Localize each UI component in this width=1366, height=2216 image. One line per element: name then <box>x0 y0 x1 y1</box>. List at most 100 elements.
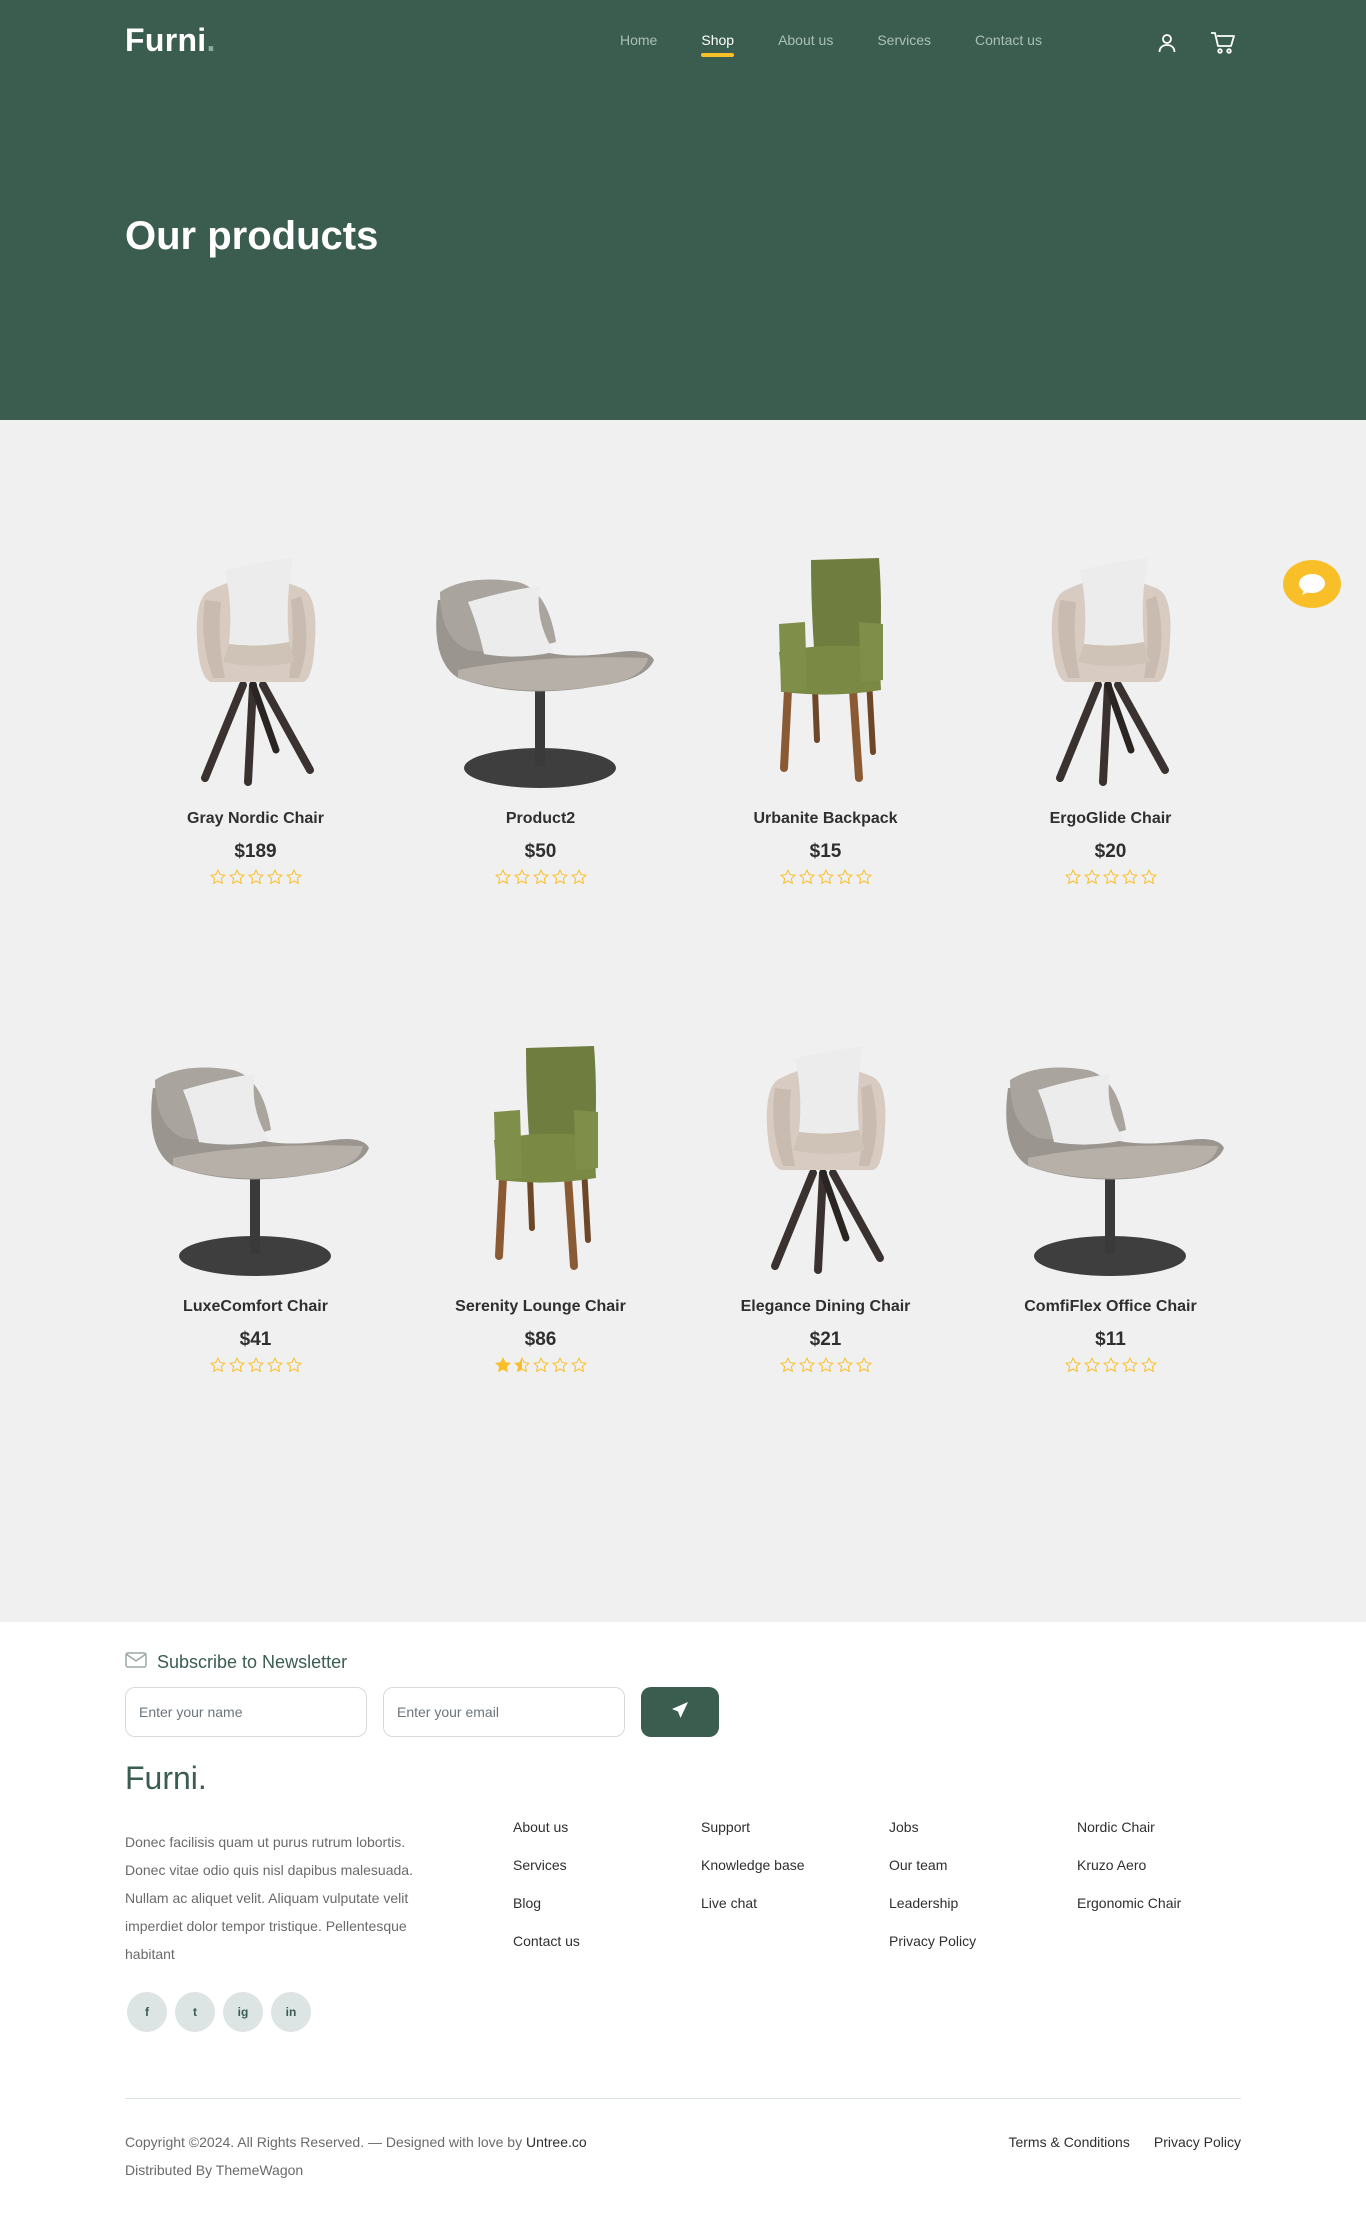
star-icon <box>1083 1357 1100 1378</box>
footer-link-nordic-chair[interactable]: Nordic Chair <box>1077 1819 1181 1857</box>
product-name: Serenity Lounge Chair <box>455 1298 626 1315</box>
product-card[interactable]: Product2 $50 <box>398 530 683 890</box>
footer-link-ergonomic-chair[interactable]: Ergonomic Chair <box>1077 1895 1181 1933</box>
star-icon <box>817 1357 834 1378</box>
footer-logo[interactable]: Furni. <box>125 1760 207 1797</box>
product-card[interactable]: Serenity Lounge Chair $86 <box>398 1018 683 1378</box>
footer-link-our-team[interactable]: Our team <box>889 1857 976 1895</box>
footer-link-blog[interactable]: Blog <box>513 1895 580 1933</box>
chat-icon[interactable] <box>1283 560 1341 608</box>
star-icon <box>513 869 530 890</box>
product-name: LuxeComfort Chair <box>183 1298 328 1315</box>
star-icon <box>1102 869 1119 890</box>
footer-link-knowledge-base[interactable]: Knowledge base <box>701 1857 805 1895</box>
product-card[interactable]: ComfiFlex Office Chair $11 <box>968 1018 1253 1378</box>
product-rating <box>683 869 968 890</box>
social-links: f t ig in <box>127 1992 311 2032</box>
newsletter-title-text: Subscribe to Newsletter <box>157 1652 348 1672</box>
twitter-icon[interactable]: t <box>175 1992 215 2032</box>
product-name: ErgoGlide Chair <box>1049 810 1172 827</box>
footer-link-live-chat[interactable]: Live chat <box>701 1895 805 1933</box>
terms-link[interactable]: Terms & Conditions <box>1008 2128 1129 2156</box>
star-icon <box>836 1357 853 1378</box>
product-card[interactable]: ErgoGlide Chair $20 <box>968 530 1253 890</box>
logo-dot: . <box>206 22 216 58</box>
product-name: Product2 <box>505 810 576 827</box>
star-icon <box>209 1357 226 1378</box>
product-card[interactable]: Gray Nordic Chair $189 <box>113 530 398 890</box>
hero-section: Furni. Home Shop About us Services Conta… <box>0 0 1366 420</box>
footer-links-col-4: Nordic Chair Kruzo Aero Ergonomic Chair <box>1077 1819 1181 1933</box>
product-price: $15 <box>809 841 842 862</box>
newsletter-title: Subscribe to Newsletter <box>125 1652 347 1673</box>
star-icon <box>1121 1357 1138 1378</box>
product-price: $20 <box>1094 841 1127 862</box>
nav-contact[interactable]: Contact us <box>975 32 1042 48</box>
star-icon <box>532 1357 549 1378</box>
product-card[interactable]: LuxeComfort Chair $41 <box>113 1018 398 1378</box>
footer-links-col-3: Jobs Our team Leadership Privacy Policy <box>889 1819 976 1971</box>
untree-link[interactable]: Untree.co <box>526 2134 587 2150</box>
product-image <box>113 530 398 800</box>
nav-services[interactable]: Services <box>877 32 931 48</box>
product-rating <box>113 869 398 890</box>
star-icon <box>266 869 283 890</box>
star-icon <box>779 1357 796 1378</box>
brand-logo[interactable]: Furni. <box>125 22 216 59</box>
nav-home[interactable]: Home <box>620 32 657 48</box>
star-icon <box>1064 869 1081 890</box>
product-image <box>398 530 683 800</box>
footer: Subscribe to Newsletter Furni. Donec fac… <box>0 1622 1366 2216</box>
footer-link-about[interactable]: About us <box>513 1819 580 1857</box>
star-icon <box>209 869 226 890</box>
product-image <box>968 530 1253 800</box>
footer-link-privacy[interactable]: Privacy Policy <box>889 1933 976 1971</box>
star-icon <box>1102 1357 1119 1378</box>
newsletter-email-input[interactable] <box>383 1687 625 1737</box>
nav-about[interactable]: About us <box>778 32 833 48</box>
product-card[interactable]: Urbanite Backpack $15 <box>683 530 968 890</box>
product-name: Urbanite Backpack <box>753 810 898 827</box>
linkedin-icon[interactable]: in <box>271 1992 311 2032</box>
star-icon <box>285 1357 302 1378</box>
footer-link-leadership[interactable]: Leadership <box>889 1895 976 1933</box>
newsletter-send-button[interactable] <box>641 1687 719 1737</box>
distributed-by: Distributed By ThemeWagon <box>125 2162 304 2178</box>
product-rating <box>968 1357 1253 1378</box>
footer-links-col-1: About us Services Blog Contact us <box>513 1819 580 1971</box>
footer-link-support[interactable]: Support <box>701 1819 805 1857</box>
instagram-icon[interactable]: ig <box>223 1992 263 2032</box>
star-icon <box>532 869 549 890</box>
footer-links-col-2: Support Knowledge base Live chat <box>701 1819 805 1933</box>
star-icon <box>1140 869 1157 890</box>
product-image <box>683 530 968 800</box>
star-icon <box>836 869 853 890</box>
nav-shop[interactable]: Shop <box>701 32 734 57</box>
nav-icons <box>1152 30 1238 56</box>
user-icon[interactable] <box>1152 30 1182 56</box>
footer-divider <box>125 2098 1241 2099</box>
star-icon <box>570 869 587 890</box>
product-price: $86 <box>524 1329 557 1350</box>
star-icon <box>1083 869 1100 890</box>
newsletter-name-input[interactable] <box>125 1687 367 1737</box>
footer-link-jobs[interactable]: Jobs <box>889 1819 976 1857</box>
footer-link-services[interactable]: Services <box>513 1857 580 1895</box>
footer-link-contact[interactable]: Contact us <box>513 1933 580 1971</box>
facebook-icon[interactable]: f <box>127 1992 167 2032</box>
navbar: Furni. Home Shop About us Services Conta… <box>0 0 1366 86</box>
product-name: ComfiFlex Office Chair <box>1024 1298 1197 1315</box>
star-icon <box>228 869 245 890</box>
privacy-link[interactable]: Privacy Policy <box>1154 2128 1241 2156</box>
star-icon <box>247 869 264 890</box>
star-icon <box>570 1357 587 1378</box>
main-menu: Home Shop About us Services Contact us <box>620 32 1086 57</box>
footer-link-kruzo-aero[interactable]: Kruzo Aero <box>1077 1857 1181 1895</box>
product-name: Elegance Dining Chair <box>740 1298 911 1315</box>
product-card[interactable]: Elegance Dining Chair $21 <box>683 1018 968 1378</box>
logo-text: Furni <box>125 22 207 58</box>
cart-icon[interactable] <box>1208 30 1238 56</box>
star-icon <box>1140 1357 1157 1378</box>
legal-links: Terms & Conditions Privacy Policy <box>1008 2128 1241 2156</box>
product-price: $189 <box>234 841 277 862</box>
